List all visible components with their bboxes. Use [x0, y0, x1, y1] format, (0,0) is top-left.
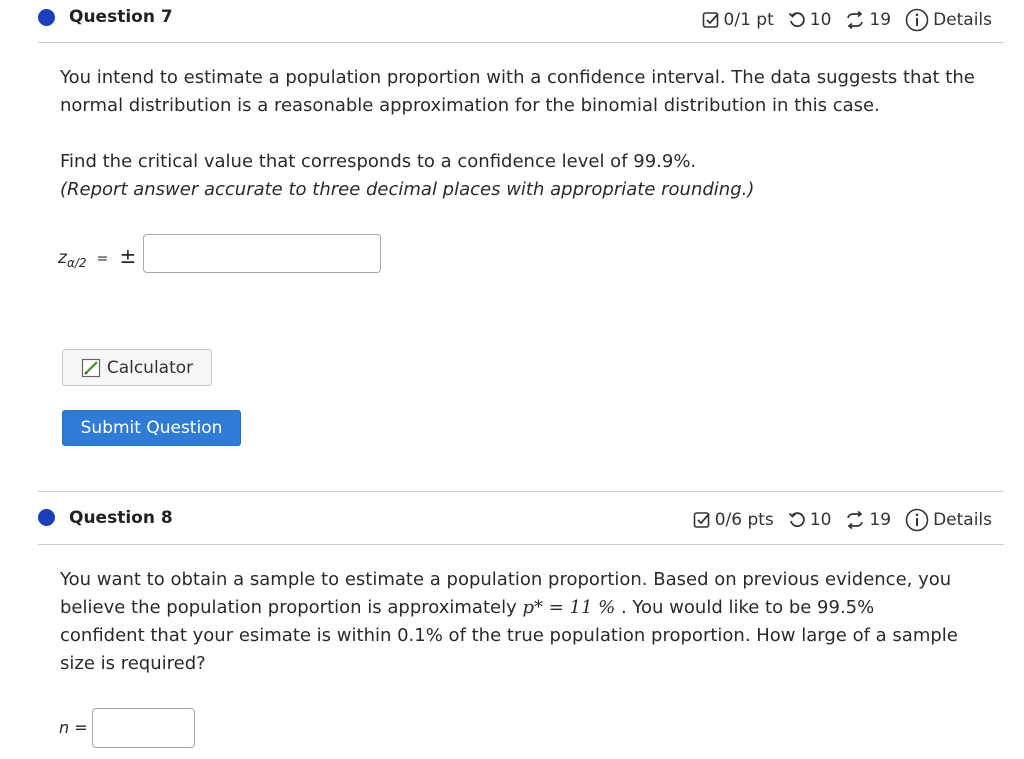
details-label[interactable]: Details: [933, 10, 992, 30]
question-7-header: Question 7 0/1 pt 10 19 Details: [38, 0, 1004, 43]
question-status-dot: [38, 509, 55, 526]
retry-icon: [788, 512, 805, 528]
calculator-icon: [81, 358, 100, 377]
attempts-icon: [847, 511, 864, 529]
score-check-icon: [693, 512, 710, 528]
question-7-intro: You intend to estimate a population prop…: [60, 64, 980, 120]
task-text: Find the critical value that corresponds…: [60, 151, 697, 172]
details-link[interactable]: Details: [905, 8, 992, 32]
submit-question-button[interactable]: Submit Question: [62, 410, 241, 446]
retry-indicator: 10: [788, 510, 832, 530]
retry-icon: [788, 12, 805, 28]
details-link[interactable]: Details: [905, 508, 992, 532]
attempts-indicator: 19: [845, 10, 891, 30]
retry-indicator: 10: [788, 10, 832, 30]
retry-count: 10: [809, 10, 832, 30]
question-meta: 0/1 pt 10 19 Details: [702, 8, 992, 32]
attempts-count: 19: [869, 10, 892, 30]
score-text: 0/1 pt: [723, 10, 774, 30]
prompt-line: believe the population proportion is app…: [60, 597, 875, 618]
question-status-dot: [38, 9, 55, 26]
retry-count: 10: [809, 510, 832, 530]
calculator-label: Calculator: [106, 357, 194, 378]
info-icon: [905, 508, 929, 532]
score-indicator: 0/1 pt: [702, 10, 774, 30]
critical-value-input[interactable]: [143, 234, 381, 273]
attempts-indicator: 19: [845, 510, 891, 530]
question-title: Question 8: [69, 508, 173, 528]
details-label[interactable]: Details: [933, 510, 992, 530]
question-8-prompt: You want to obtain a sample to estimate …: [60, 566, 1000, 678]
sample-size-label: n =: [59, 718, 88, 737]
instruction-text: (Report answer accurate to three decimal…: [60, 179, 755, 200]
critical-value-label: zα/2 = ±: [58, 244, 137, 270]
score-check-icon: [702, 12, 719, 28]
calculator-button[interactable]: Calculator: [62, 349, 212, 386]
score-text: 0/6 pts: [714, 510, 774, 530]
info-icon: [905, 8, 929, 32]
sample-size-input[interactable]: [92, 708, 195, 748]
plus-minus-sign: ±: [119, 244, 137, 268]
question-title: Question 7: [69, 7, 173, 27]
attempts-icon: [847, 11, 864, 29]
intro-text: You intend to estimate a population prop…: [60, 67, 975, 116]
attempts-count: 19: [869, 510, 892, 530]
question-8-header: Question 8 0/6 pts 10 19 Details: [38, 491, 1004, 545]
score-indicator: 0/6 pts: [693, 510, 774, 530]
question-7-task: Find the critical value that corresponds…: [60, 148, 980, 204]
prompt-line: size is required?: [60, 653, 206, 674]
prompt-line: confident that your esimate is within 0.…: [60, 625, 958, 646]
proportion-math: p* = 11 %: [522, 597, 616, 618]
prompt-line: You want to obtain a sample to estimate …: [60, 569, 952, 590]
question-meta: 0/6 pts 10 19 Details: [693, 508, 992, 532]
